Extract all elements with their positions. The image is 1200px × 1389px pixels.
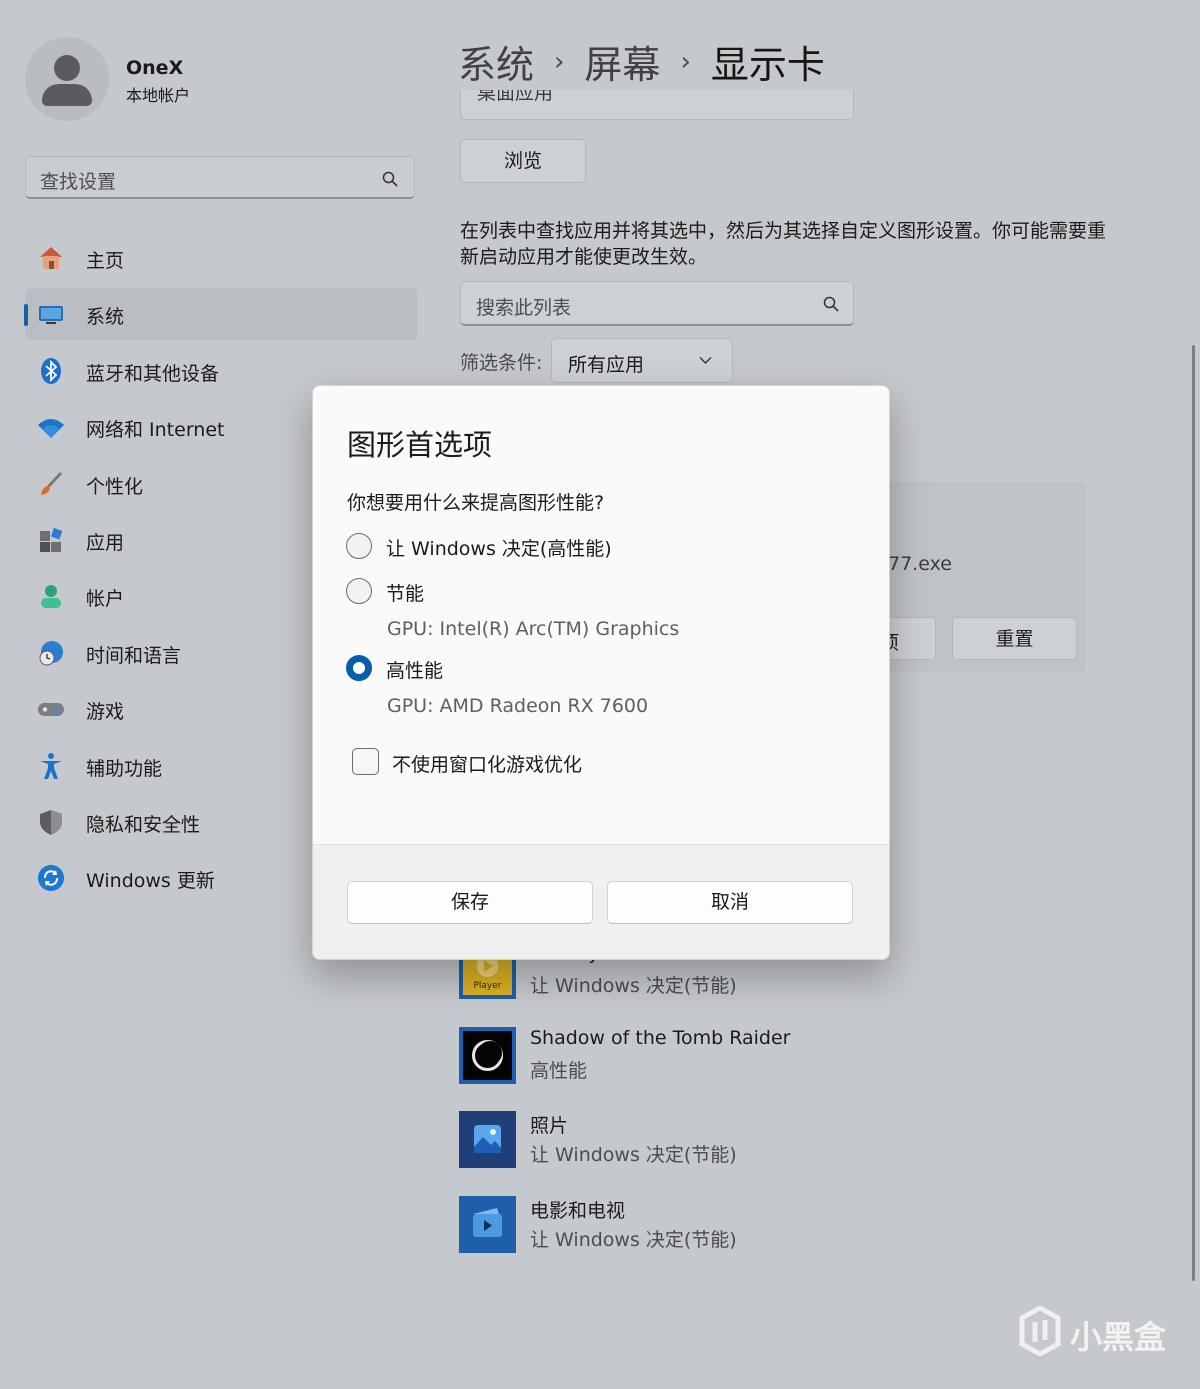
breadcrumb-separator: › <box>680 46 691 77</box>
selected-app-path: 77.exe <box>888 553 952 575</box>
account-icon <box>41 585 61 609</box>
page-title: 显示卡 <box>710 43 825 87</box>
checkbox-label: 不使用窗口化游戏优化 <box>392 754 583 776</box>
search-icon <box>382 171 398 187</box>
app-list-search-placeholder: 搜索此列表 <box>476 297 572 319</box>
app-name: 照片 <box>530 1115 569 1138</box>
sidebar-item-label: 时间和语言 <box>86 644 182 667</box>
bluetooth-icon <box>41 357 61 384</box>
gamepad-icon <box>38 703 64 717</box>
windowed-optimization-checkbox[interactable] <box>352 748 379 775</box>
sidebar-item-label: 系统 <box>86 306 125 329</box>
breadcrumb-item-system[interactable]: 系统 <box>458 34 534 89</box>
avatar-head-shape <box>54 55 80 81</box>
avatar[interactable] <box>25 37 109 121</box>
app-list-search-input[interactable]: 搜索此列表 <box>460 281 854 326</box>
avatar-body-shape <box>42 84 92 106</box>
brush-icon <box>41 471 63 495</box>
user-name: OneX <box>126 57 184 79</box>
list-item[interactable]: 照片 让 Windows 决定(节能) <box>459 1111 1019 1169</box>
sidebar-item-label: 应用 <box>86 531 125 554</box>
option-label: 节能 <box>386 583 425 605</box>
list-item[interactable]: Shadow of the Tomb Raider 高性能 <box>459 1026 1019 1084</box>
sidebar-item-label: 主页 <box>86 250 125 272</box>
app-type-dropdown[interactable]: 桌面应用 <box>460 90 854 120</box>
system-icon <box>39 306 63 325</box>
apps-icon <box>40 527 63 552</box>
save-button[interactable]: 保存 <box>347 881 593 924</box>
watermark: 小黑盒 <box>1018 1305 1166 1358</box>
browse-button[interactable]: 浏览 <box>460 139 586 183</box>
settings-search-input[interactable]: 查找设置 <box>25 156 415 199</box>
sidebar-item-label: 帐户 <box>86 588 125 611</box>
sidebar-item-label: 个性化 <box>86 475 144 498</box>
list-description: 在列表中查找应用并将其选中，然后为其选择自定义图形设置。你可能需要重新启动应用才… <box>460 220 1107 268</box>
option-gpu: GPU: AMD Radeon RX 7600 <box>387 695 649 717</box>
chevron-down-icon <box>699 357 712 364</box>
option-gpu: GPU: Intel(R) Arc(TM) Graphics <box>387 618 680 640</box>
graphics-preference-dialog: 图形首选项 你想要用什么来提高图形性能? 让 Windows 决定(高性能) 节… <box>312 385 890 960</box>
app-type-value: 桌面应用 <box>477 90 554 104</box>
app-preference: 让 Windows 决定(节能) <box>530 975 737 997</box>
filter-value: 所有应用 <box>568 354 645 376</box>
sidebar-item-label: 游戏 <box>86 701 125 724</box>
list-item[interactable]: 电影和电视 让 Windows 决定(节能) <box>459 1196 1019 1254</box>
cancel-button[interactable]: 取消 <box>607 881 853 924</box>
shield-icon <box>40 809 62 835</box>
radio-let-windows-decide[interactable] <box>346 533 372 559</box>
app-name: Shadow of the Tomb Raider <box>530 1026 791 1049</box>
breadcrumb-separator: › <box>554 46 565 77</box>
app-preference: 让 Windows 决定(节能) <box>530 1229 737 1252</box>
wifi-icon <box>38 419 64 439</box>
breadcrumb-item-display[interactable]: 屏幕 <box>584 34 660 89</box>
dialog-title: 图形首选项 <box>347 428 493 462</box>
radio-power-saving[interactable] <box>346 578 372 604</box>
app-name: 电影和电视 <box>530 1200 626 1223</box>
scrollbar[interactable] <box>1192 345 1195 1281</box>
option-label: 让 Windows 决定(高性能) <box>386 538 612 560</box>
sidebar-item-label: 蓝牙和其他设备 <box>86 362 220 385</box>
sidebar-item-label: 网络和 Internet <box>86 419 225 442</box>
dialog-question: 你想要用什么来提高图形性能? <box>347 492 605 514</box>
update-icon <box>38 865 64 892</box>
option-label: 高性能 <box>386 660 444 682</box>
app-list: Player PotPlayer 让 Windows 决定(节能) Shadow… <box>459 942 1019 1281</box>
app-preference: 让 Windows 决定(节能) <box>530 1144 737 1167</box>
settings-search-placeholder: 查找设置 <box>40 171 117 193</box>
movies-tv-icon <box>459 1196 516 1254</box>
svg-text:Player: Player <box>473 981 501 991</box>
dialog-footer: 保存 取消 <box>313 844 889 959</box>
sidebar-item-label: 辅助功能 <box>86 757 163 780</box>
accessibility-icon <box>40 752 62 779</box>
breadcrumb: 系统 › 屏幕 › 显示卡 <box>458 34 825 89</box>
home-icon <box>40 247 62 269</box>
account-type: 本地帐户 <box>126 86 191 105</box>
radio-high-performance[interactable] <box>346 655 372 681</box>
reset-button[interactable]: 重置 <box>952 617 1077 660</box>
filter-label: 筛选条件: <box>460 352 543 374</box>
photos-icon <box>459 1111 516 1169</box>
filter-dropdown[interactable]: 所有应用 <box>551 338 733 383</box>
sidebar-item-label: Windows 更新 <box>86 870 215 893</box>
app-preference: 高性能 <box>530 1059 588 1082</box>
sidebar-item-label: 隐私和安全性 <box>86 813 201 836</box>
search-icon <box>823 296 839 312</box>
watermark-logo-icon <box>1019 1305 1061 1357</box>
time-language-icon <box>39 640 63 666</box>
tomb-raider-icon <box>459 1026 516 1084</box>
sidebar-item-home[interactable]: 主页 <box>25 232 417 284</box>
sidebar-item-system[interactable]: 系统 <box>24 288 417 341</box>
watermark-text: 小黑盒 <box>1070 1318 1167 1356</box>
